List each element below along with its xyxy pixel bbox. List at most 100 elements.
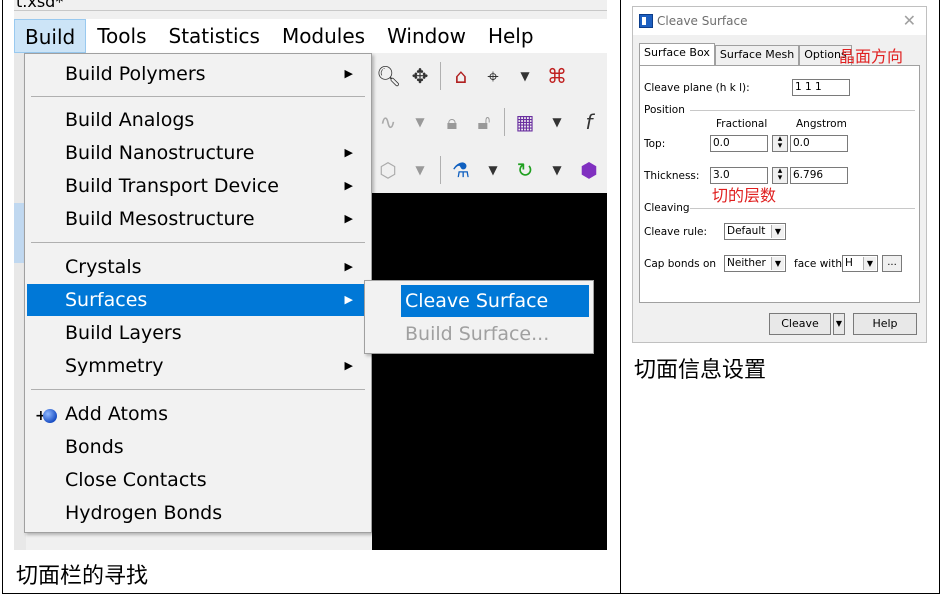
caption-left: 切面栏的寻找 — [16, 564, 149, 589]
close-icon[interactable]: ✕ — [903, 11, 916, 30]
submenu-arrow-icon: ▶ — [344, 67, 353, 80]
menu-statistics[interactable]: Statistics — [158, 19, 271, 53]
menu-item-label: Symmetry — [65, 355, 164, 377]
dropdown-arrow-icon[interactable]: ▼ — [513, 69, 537, 83]
menu-item-label: Add Atoms — [65, 403, 168, 425]
grid-icon[interactable]: ▦ — [513, 110, 537, 134]
menu-item-build-surface: Build Surface... — [405, 323, 550, 345]
surface-box-panel: Cleave plane (h k l): 1 1 1 Position Fra… — [639, 65, 920, 303]
face-with-value: H — [845, 257, 853, 269]
toolbar-row-1: 🔍︎ ✥ ⌂ ⌖ ▼ ⌘ — [372, 56, 607, 96]
menu-item-label: Build Analogs — [65, 109, 195, 131]
dropdown-arrow-icon[interactable]: ▼ — [545, 115, 569, 129]
menu-separator — [31, 242, 365, 243]
3d-viewer-canvas[interactable] — [372, 193, 607, 550]
dialog-title: Cleave Surface — [657, 14, 748, 28]
menu-item-label: Hydrogen Bonds — [65, 502, 223, 524]
menu-item-build-mesostructure[interactable]: Build Mesostructure ▶ — [27, 203, 369, 235]
cleave-dropdown-button[interactable]: ▼ — [833, 313, 845, 335]
menu-item-surfaces[interactable]: Surfaces ▶ — [27, 284, 369, 316]
menu-separator — [31, 96, 365, 97]
lock-icon[interactable]: 🔒︎ — [440, 110, 464, 134]
toolbar-row-3: ⬡ ▼ ⚗ ▼ ↻ ▼ ⬢ — [372, 150, 607, 190]
help-button[interactable]: Help — [853, 313, 917, 335]
top-fractional-input[interactable]: 0.0 — [710, 135, 768, 152]
face-with-label: face with — [794, 258, 842, 270]
cap-bonds-select[interactable]: Neither ▼ — [724, 255, 786, 272]
tab-surface-box[interactable]: Surface Box — [639, 43, 715, 65]
menu-item-label: Build Transport Device — [65, 175, 279, 197]
cap-bonds-value: Neither — [727, 257, 766, 269]
menu-item-label: Close Contacts — [65, 469, 207, 491]
surfaces-submenu: Cleave Surface Build Surface... — [364, 280, 594, 354]
molecule-icon[interactable]: ⚗ — [449, 158, 473, 182]
menu-item-symmetry[interactable]: Symmetry ▶ — [27, 350, 369, 382]
menu-modules[interactable]: Modules — [271, 19, 376, 53]
menu-item-label: Bonds — [65, 436, 124, 458]
atoms-icon[interactable]: ⬢ — [577, 158, 601, 182]
chevron-down-icon: ▼ — [863, 257, 876, 270]
menu-item-build-layers[interactable]: Build Layers — [27, 317, 369, 349]
toolbar-separator — [504, 108, 505, 136]
menu-item-build-polymers[interactable]: Build Polymers ▶ — [27, 58, 369, 90]
shape-icon[interactable]: ⬡ — [376, 158, 400, 182]
tab-surface-mesh[interactable]: Surface Mesh — [714, 45, 800, 65]
menu-build[interactable]: Build — [14, 19, 87, 53]
fit-icon[interactable]: ⌘ — [545, 64, 569, 88]
annotation-layer-count: 切的层数 — [712, 186, 777, 205]
menu-item-build-nanostructure[interactable]: Build Nanostructure ▶ — [27, 137, 369, 169]
function-icon[interactable]: f — [577, 110, 601, 134]
menu-tools[interactable]: Tools — [86, 19, 157, 53]
dropdown-arrow-icon[interactable]: ▼ — [545, 163, 569, 177]
top-spinner[interactable]: ▴ ▾ — [772, 135, 788, 152]
move-icon[interactable]: ✥ — [408, 64, 432, 88]
menu-item-crystals[interactable]: Crystals ▶ — [27, 251, 369, 283]
menu-item-hydrogen-bonds[interactable]: Hydrogen Bonds — [27, 497, 369, 529]
cap-bonds-label: Cap bonds on — [644, 258, 717, 270]
dropdown-arrow-icon[interactable]: ▼ — [408, 163, 432, 177]
unlock-icon[interactable]: 🔓︎ — [472, 110, 496, 134]
cleave-rule-value: Default — [727, 225, 766, 237]
position-group-line — [690, 110, 915, 111]
menu-item-add-atoms[interactable]: + Add Atoms — [27, 398, 369, 430]
dialog-tabs: Surface Box Surface Mesh Options — [639, 43, 852, 65]
dropdown-arrow-icon[interactable]: ▼ — [408, 115, 432, 129]
face-with-select[interactable]: H ▼ — [842, 255, 878, 272]
submenu-arrow-icon: ▶ — [344, 359, 353, 372]
menu-item-bonds[interactable]: Bonds — [27, 431, 369, 463]
chevron-down-icon: ▼ — [771, 257, 784, 270]
submenu-arrow-icon: ▶ — [344, 146, 353, 159]
top-angstrom-input[interactable]: 0.0 — [790, 135, 848, 152]
app-icon — [639, 14, 653, 28]
menu-item-label: Build Mesostructure — [65, 208, 255, 230]
home-icon[interactable]: ⌂ — [449, 64, 473, 88]
search-icon[interactable]: 🔍︎ — [376, 64, 401, 88]
cleave-plane-input[interactable]: 1 1 1 — [792, 79, 850, 96]
menu-item-build-analogs[interactable]: Build Analogs — [27, 104, 369, 136]
submenu-arrow-icon: ▶ — [344, 212, 353, 225]
cleave-button[interactable]: Cleave — [769, 313, 831, 335]
submenu-arrow-icon: ▶ — [344, 293, 353, 306]
menu-item-label: Build Nanostructure — [65, 142, 255, 164]
submenu-arrow-icon: ▶ — [344, 260, 353, 273]
menu-item-build-transport-device[interactable]: Build Transport Device ▶ — [27, 170, 369, 202]
thickness-label: Thickness: — [644, 170, 700, 182]
menu-window[interactable]: Window — [376, 19, 477, 53]
menu-help[interactable]: Help — [477, 19, 545, 53]
curve-icon[interactable]: ∿ — [376, 110, 400, 134]
top-label: Top: — [644, 138, 666, 150]
toolbar-separator — [440, 62, 441, 90]
face-with-options-button[interactable]: ... — [882, 255, 902, 272]
dialog-titlebar: Cleave Surface ✕ — [633, 7, 926, 35]
dropdown-arrow-icon[interactable]: ▼ — [481, 163, 505, 177]
menu-item-close-contacts[interactable]: Close Contacts — [27, 464, 369, 496]
menu-item-label: Crystals — [65, 256, 142, 278]
fractional-label: Fractional — [716, 118, 768, 130]
cleave-rule-label: Cleave rule: — [644, 226, 708, 238]
rotate-icon[interactable]: ↻ — [513, 158, 537, 182]
cleave-rule-select[interactable]: Default ▼ — [724, 223, 786, 240]
thickness-angstrom-input[interactable]: 6.796 — [790, 167, 848, 184]
toolbar-separator — [440, 156, 441, 184]
menu-item-cleave-surface[interactable]: Cleave Surface — [401, 285, 589, 317]
crosshair-icon[interactable]: ⌖ — [481, 64, 505, 88]
